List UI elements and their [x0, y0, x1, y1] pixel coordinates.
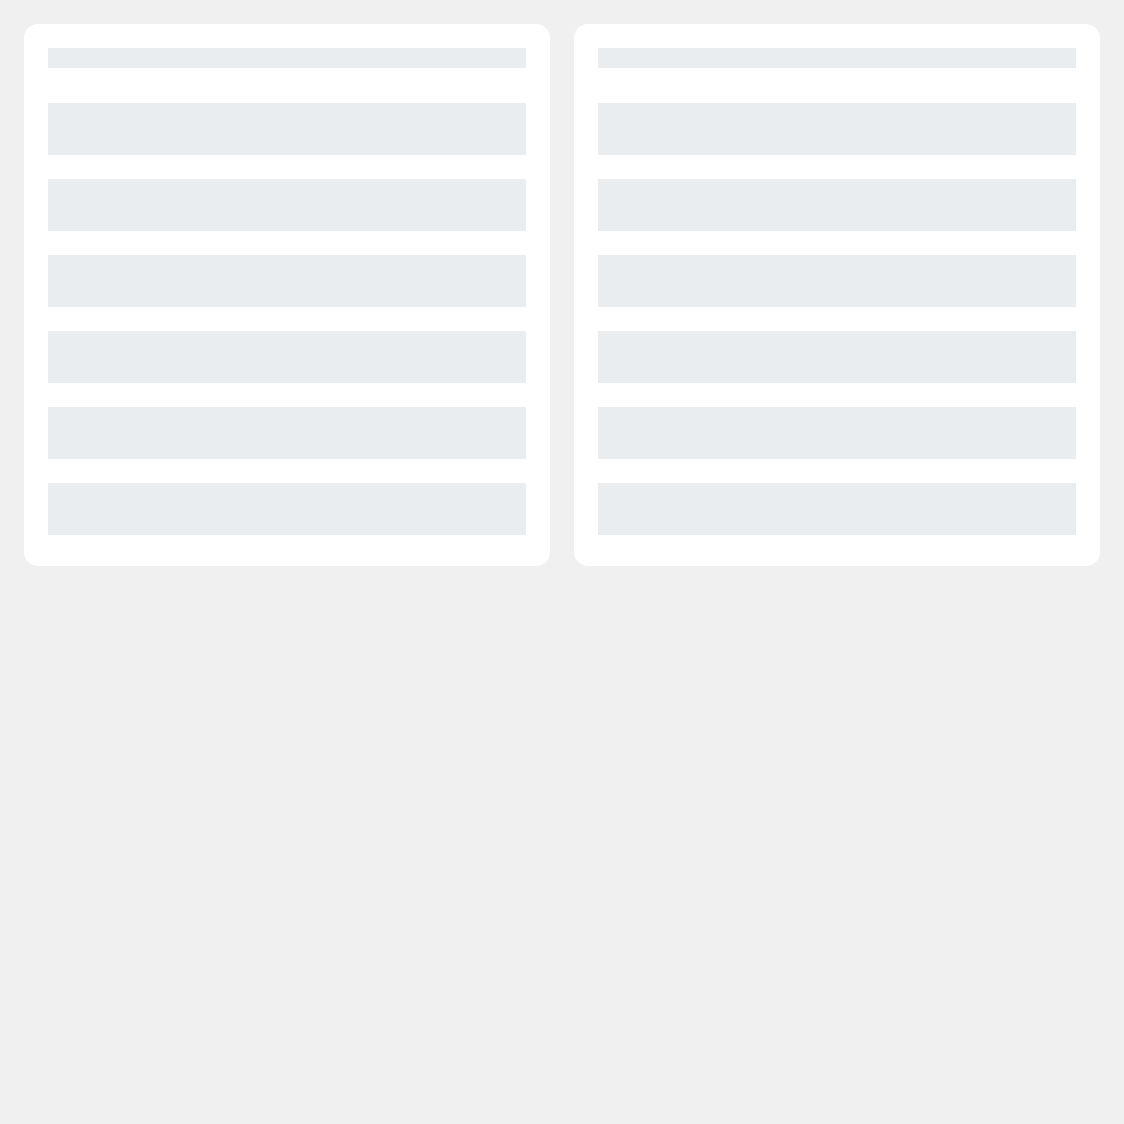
- skeleton-row: [48, 255, 526, 307]
- skeleton-row: [598, 255, 1076, 307]
- skeleton-row: [598, 407, 1076, 459]
- skeleton-row: [598, 179, 1076, 231]
- loading-panel-right: [574, 24, 1100, 566]
- skeleton-header: [598, 48, 1076, 68]
- skeleton-row: [48, 331, 526, 383]
- skeleton-row: [48, 407, 526, 459]
- loading-panel-left: [24, 24, 550, 566]
- skeleton-row: [598, 483, 1076, 535]
- skeleton-header: [48, 48, 526, 68]
- skeleton-row: [48, 483, 526, 535]
- skeleton-row: [48, 103, 526, 155]
- page: { "theme": { "page_background": "#f0f0f0…: [0, 0, 1124, 1124]
- skeleton-row: [598, 331, 1076, 383]
- skeleton-row: [48, 179, 526, 231]
- skeleton-row: [598, 103, 1076, 155]
